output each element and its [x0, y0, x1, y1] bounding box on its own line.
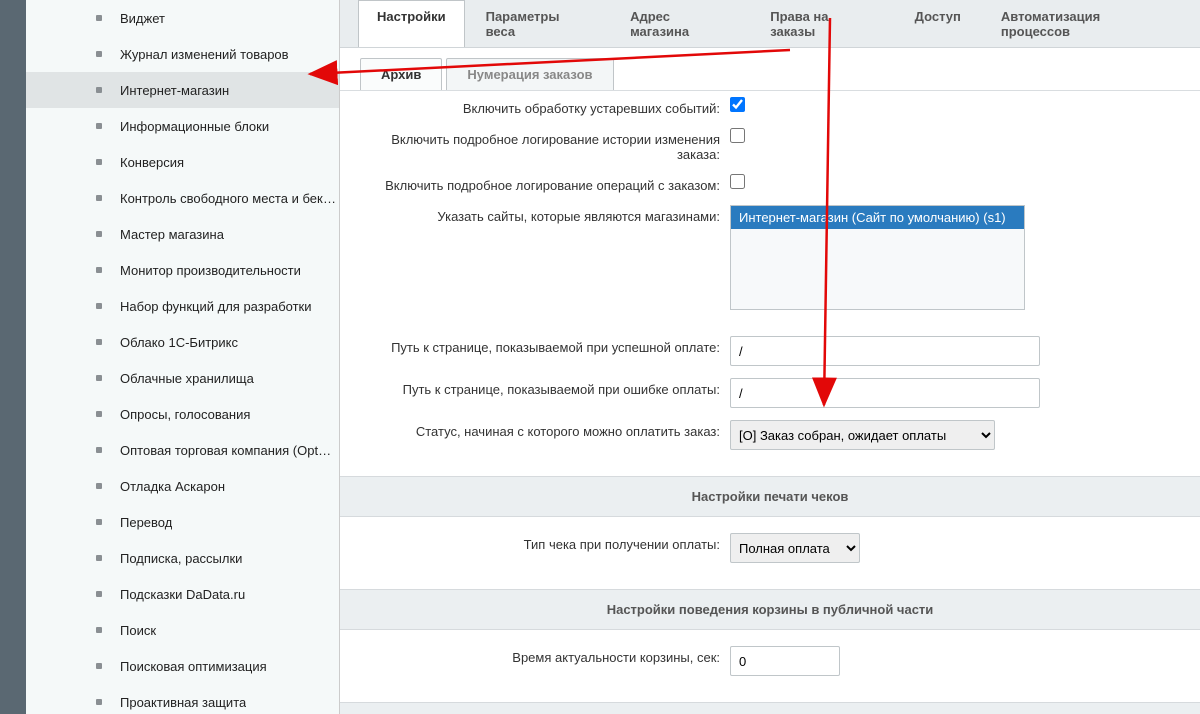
bullet-icon: [96, 231, 102, 237]
sidebar-item-label: Подсказки DaData.ru: [120, 587, 245, 602]
sidebar-item-label: Поисковая оптимизация: [120, 659, 267, 674]
bullet-icon: [96, 375, 102, 381]
bullet-icon: [96, 15, 102, 21]
bullet-icon: [96, 411, 102, 417]
bullet-icon: [96, 159, 102, 165]
label-success-path: Путь к странице, показываемой при успешн…: [360, 336, 730, 355]
sidebar-item-label: Журнал изменений товаров: [120, 47, 289, 62]
sidebar-item-19[interactable]: Проактивная защита: [26, 684, 339, 714]
bullet-icon: [96, 195, 102, 201]
label-status: Статус, начиная с которого можно оплатит…: [360, 420, 730, 439]
section-basket: Настройки поведения корзины в публичной …: [340, 589, 1200, 630]
sidebar-item-9[interactable]: Облако 1С-Битрикс: [26, 324, 339, 360]
site-option[interactable]: Интернет-магазин (Сайт по умолчанию) (s1…: [731, 206, 1024, 229]
sidebar-item-label: Конверсия: [120, 155, 184, 170]
sidebar-item-label: Облачные хранилища: [120, 371, 254, 386]
checkbox-operation-log[interactable]: [730, 174, 745, 189]
sidebar-item-label: Набор функций для разработки: [120, 299, 311, 314]
sidebar-item-13[interactable]: Отладка Аскарон: [26, 468, 339, 504]
sidebar-item-14[interactable]: Перевод: [26, 504, 339, 540]
sidebar-item-16[interactable]: Подсказки DaData.ru: [26, 576, 339, 612]
bullet-icon: [96, 267, 102, 273]
sidebar-item-1[interactable]: Журнал изменений товаров: [26, 36, 339, 72]
sidebar-item-label: Информационные блоки: [120, 119, 269, 134]
subtab-0[interactable]: Архив: [360, 58, 442, 90]
sidebar-item-label: Оптовая торговая компания (OptPRO): [120, 443, 339, 458]
checkbox-history-log[interactable]: [730, 128, 745, 143]
sidebar-item-label: Проактивная защита: [120, 695, 246, 710]
sidebar-item-2[interactable]: Интернет-магазин: [26, 72, 339, 108]
label-operation-log: Включить подробное логирование операций …: [360, 174, 730, 193]
sidebar-item-10[interactable]: Облачные хранилища: [26, 360, 339, 396]
sidebar-item-label: Опросы, голосования: [120, 407, 250, 422]
sidebar-item-label: Виджет: [120, 11, 165, 26]
tabs-top: НастройкиПараметры весаАдрес магазинаПра…: [340, 0, 1200, 48]
left-gutter: [0, 0, 26, 714]
sidebar-item-11[interactable]: Опросы, голосования: [26, 396, 339, 432]
bullet-icon: [96, 519, 102, 525]
label-error-path: Путь к странице, показываемой при ошибке…: [360, 378, 730, 397]
section-order-card: Настройки показа карточки заказа в публи…: [340, 702, 1200, 714]
checkbox-old-events[interactable]: [730, 97, 745, 112]
sidebar-item-label: Мастер магазина: [120, 227, 224, 242]
select-receipt-type[interactable]: Полная оплата: [730, 533, 860, 563]
tab-4[interactable]: Доступ: [896, 0, 980, 47]
bullet-icon: [96, 339, 102, 345]
bullet-icon: [96, 591, 102, 597]
select-status[interactable]: [O] Заказ собран, ожидает оплаты: [730, 420, 995, 450]
main-panel: НастройкиПараметры весаАдрес магазинаПра…: [340, 0, 1200, 714]
bullet-icon: [96, 303, 102, 309]
sidebar-item-7[interactable]: Монитор производительности: [26, 252, 339, 288]
label-history-log: Включить подробное логирование истории и…: [360, 128, 730, 162]
label-receipt-type: Тип чека при получении оплаты:: [360, 533, 730, 552]
sidebar: Виджет Журнал изменений товаров Интернет-м…: [26, 0, 340, 714]
sidebar-item-label: Монитор производительности: [120, 263, 301, 278]
bullet-icon: [96, 51, 102, 57]
sidebar-item-label: Поиск: [120, 623, 156, 638]
tab-5[interactable]: Автоматизация процессов: [982, 0, 1188, 47]
sites-multiselect[interactable]: Интернет-магазин (Сайт по умолчанию) (s1…: [730, 205, 1025, 310]
bullet-icon: [96, 555, 102, 561]
sidebar-item-label: Подписка, рассылки: [120, 551, 242, 566]
tab-0[interactable]: Настройки: [358, 0, 465, 47]
bullet-icon: [96, 87, 102, 93]
tab-1[interactable]: Параметры веса: [467, 0, 610, 47]
sidebar-item-12[interactable]: Оптовая торговая компания (OptPRO): [26, 432, 339, 468]
sidebar-item-5[interactable]: Контроль свободного места и бекапов: [26, 180, 339, 216]
input-success-path[interactable]: [730, 336, 1040, 366]
bullet-icon: [96, 663, 102, 669]
subtab-1[interactable]: Нумерация заказов: [446, 58, 613, 90]
section-receipts: Настройки печати чеков: [340, 476, 1200, 517]
sidebar-item-18[interactable]: Поисковая оптимизация: [26, 648, 339, 684]
sidebar-item-17[interactable]: Поиск: [26, 612, 339, 648]
sidebar-item-label: Контроль свободного места и бекапов: [120, 191, 339, 206]
sidebar-item-8[interactable]: Набор функций для разработки: [26, 288, 339, 324]
sidebar-item-15[interactable]: Подписка, рассылки: [26, 540, 339, 576]
sidebar-item-4[interactable]: Конверсия: [26, 144, 339, 180]
bullet-icon: [96, 699, 102, 705]
input-basket-time[interactable]: [730, 646, 840, 676]
input-error-path[interactable]: [730, 378, 1040, 408]
sidebar-item-label: Отладка Аскарон: [120, 479, 225, 494]
sidebar-item-label: Интернет-магазин: [120, 83, 229, 98]
settings-content: Включить обработку устаревших событий: В…: [340, 91, 1200, 714]
tab-3[interactable]: Права на заказы: [751, 0, 893, 47]
bullet-icon: [96, 627, 102, 633]
sidebar-item-6[interactable]: Мастер магазина: [26, 216, 339, 252]
bullet-icon: [96, 447, 102, 453]
tabs-second: АрхивНумерация заказов: [340, 48, 1200, 91]
sidebar-item-0[interactable]: Виджет: [26, 0, 339, 36]
bullet-icon: [96, 123, 102, 129]
bullet-icon: [96, 483, 102, 489]
label-sites: Указать сайты, которые являются магазина…: [360, 205, 730, 224]
sidebar-item-label: Облако 1С-Битрикс: [120, 335, 238, 350]
label-basket-time: Время актуальности корзины, сек:: [360, 646, 730, 665]
sidebar-item-3[interactable]: Информационные блоки: [26, 108, 339, 144]
tab-2[interactable]: Адрес магазина: [611, 0, 749, 47]
label-old-events: Включить обработку устаревших событий:: [360, 97, 730, 116]
sidebar-item-label: Перевод: [120, 515, 172, 530]
